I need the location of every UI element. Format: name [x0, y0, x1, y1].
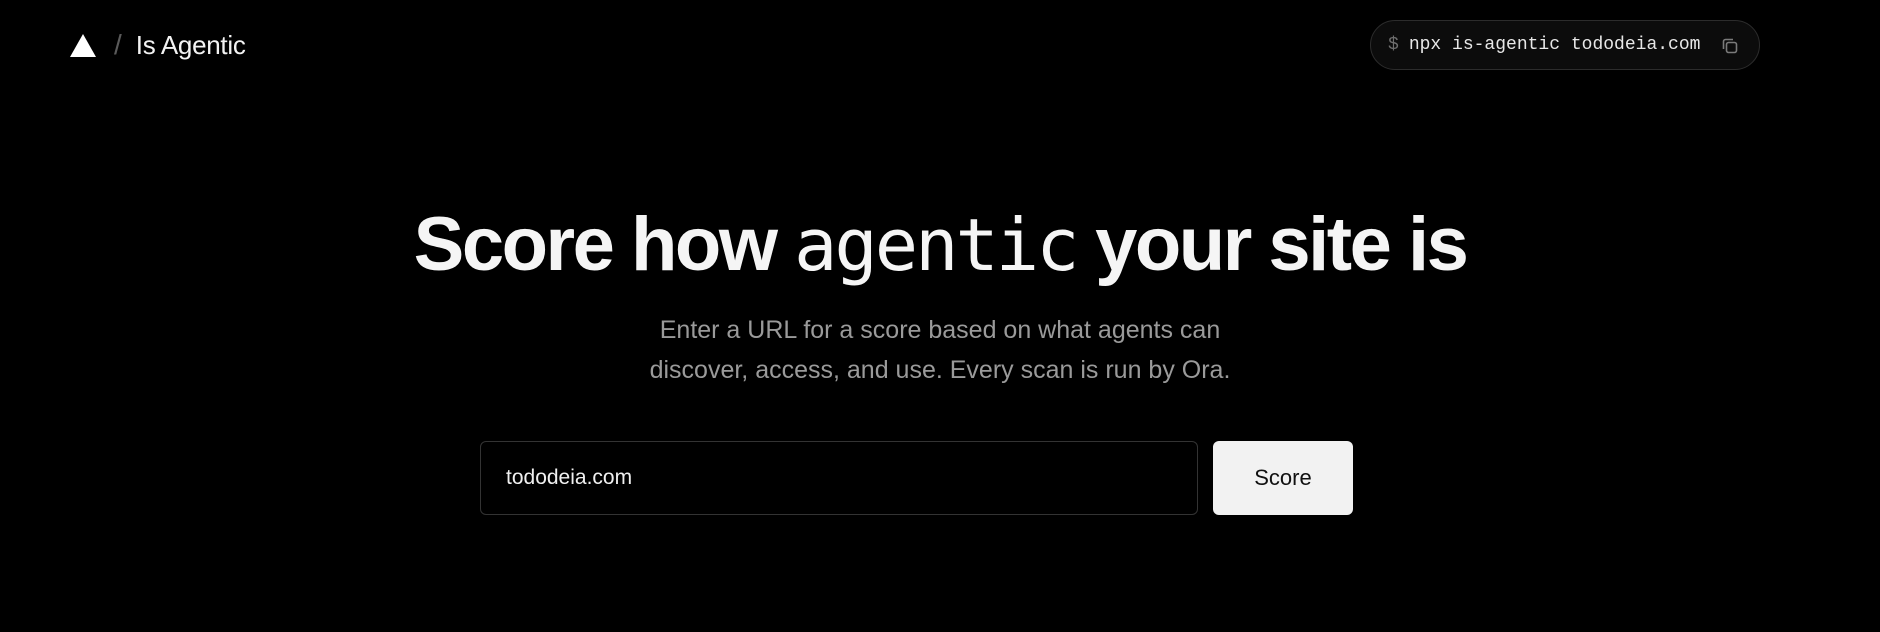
command-prompt: $: [1388, 35, 1399, 55]
brand-name: Is Agentic: [135, 29, 246, 60]
headline-after: your site is: [1076, 202, 1469, 287]
copy-icon[interactable]: [1720, 36, 1740, 56]
breadcrumb-separator: /: [114, 29, 122, 60]
hero: Score how agentic your site is Enter a U…: [0, 200, 1880, 390]
page-headline: Score how agentic your site is: [0, 200, 1880, 290]
score-form: Score: [480, 441, 1353, 515]
headline-highlight: agentic: [794, 203, 1079, 287]
top-bar: / Is Agentic $ npx is-agentic tododeia.c…: [0, 0, 1880, 90]
command-pill[interactable]: $ npx is-agentic tododeia.com: [1370, 20, 1760, 70]
url-input[interactable]: [480, 441, 1198, 515]
headline-before: Score how: [413, 202, 795, 287]
page-subtitle: Enter a URL for a score based on what ag…: [620, 310, 1260, 390]
command-text: npx is-agentic tododeia.com: [1408, 35, 1701, 55]
subtitle-line-1: Enter a URL for a score based on what ag…: [659, 316, 1221, 344]
triangle-logo-icon: [70, 33, 96, 57]
subtitle-line-2: discover, access, and use. Every scan is…: [649, 356, 1231, 384]
score-button[interactable]: Score: [1213, 441, 1353, 515]
brand-link[interactable]: / Is Agentic: [70, 28, 246, 62]
